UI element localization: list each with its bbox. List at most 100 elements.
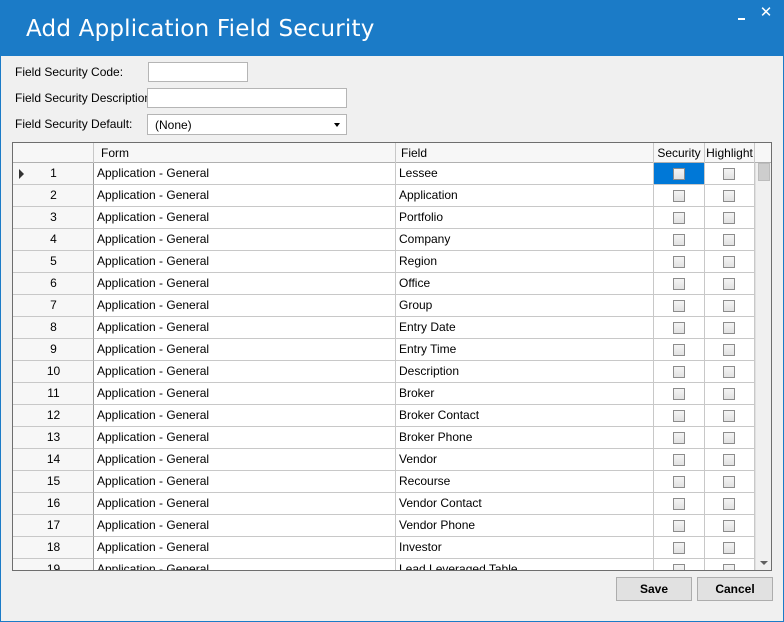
cell-security[interactable] — [654, 515, 705, 537]
row-header[interactable]: 17 — [13, 515, 94, 537]
table-row[interactable]: 10 Application - General Description — [13, 361, 755, 383]
cell-field[interactable]: Office — [396, 273, 654, 295]
cell-field[interactable]: Recourse — [396, 471, 654, 493]
table-row[interactable]: 17 Application - General Vendor Phone — [13, 515, 755, 537]
row-header[interactable]: 7 — [13, 295, 94, 317]
highlight-checkbox[interactable] — [723, 388, 735, 400]
security-checkbox[interactable] — [673, 168, 685, 180]
highlight-checkbox[interactable] — [723, 212, 735, 224]
table-row[interactable]: 11 Application - General Broker — [13, 383, 755, 405]
cell-form[interactable]: Application - General — [94, 471, 396, 493]
cell-highlight[interactable] — [705, 383, 755, 405]
security-checkbox[interactable] — [673, 388, 685, 400]
cell-highlight[interactable] — [705, 295, 755, 317]
cell-form[interactable]: Application - General — [94, 405, 396, 427]
cell-security[interactable] — [654, 449, 705, 471]
cell-form[interactable]: Application - General — [94, 361, 396, 383]
table-row[interactable]: 1 Application - General Lessee — [13, 163, 755, 185]
row-header[interactable]: 2 — [13, 185, 94, 207]
cell-field[interactable]: Portfolio — [396, 207, 654, 229]
highlight-checkbox[interactable] — [723, 366, 735, 378]
cell-security[interactable] — [654, 427, 705, 449]
table-row[interactable]: 18 Application - General Investor — [13, 537, 755, 559]
table-row[interactable]: 8 Application - General Entry Date — [13, 317, 755, 339]
table-row[interactable]: 19 Application - General Lead Leveraged Ta… — [13, 559, 755, 570]
cell-security[interactable] — [654, 559, 705, 570]
cell-security[interactable] — [654, 339, 705, 361]
cell-form[interactable]: Application - General — [94, 537, 396, 559]
cell-highlight[interactable] — [705, 185, 755, 207]
cell-field[interactable]: Vendor Phone — [396, 515, 654, 537]
table-row[interactable]: 2 Application - General Application — [13, 185, 755, 207]
cell-form[interactable]: Application - General — [94, 185, 396, 207]
cell-field[interactable]: Company — [396, 229, 654, 251]
security-checkbox[interactable] — [673, 520, 685, 532]
security-checkbox[interactable] — [673, 278, 685, 290]
row-header[interactable]: 15 — [13, 471, 94, 493]
row-header[interactable]: 8 — [13, 317, 94, 339]
cell-highlight[interactable] — [705, 559, 755, 570]
cell-highlight[interactable] — [705, 273, 755, 295]
close-button[interactable]: ✕ — [758, 4, 774, 22]
cell-form[interactable]: Application - General — [94, 163, 396, 185]
highlight-checkbox[interactable] — [723, 476, 735, 488]
table-row[interactable]: 6 Application - General Office — [13, 273, 755, 295]
save-button[interactable]: Save — [616, 577, 692, 601]
cell-field[interactable]: Entry Date — [396, 317, 654, 339]
security-checkbox[interactable] — [673, 234, 685, 246]
highlight-checkbox[interactable] — [723, 410, 735, 422]
table-row[interactable]: 15 Application - General Recourse — [13, 471, 755, 493]
cell-security[interactable] — [654, 295, 705, 317]
cell-highlight[interactable] — [705, 515, 755, 537]
security-checkbox[interactable] — [673, 542, 685, 554]
field-security-grid[interactable]: Form Field Security Highlight 1 Applicati… — [12, 142, 772, 571]
cell-security[interactable] — [654, 251, 705, 273]
column-header-highlight[interactable]: Highlight — [705, 143, 755, 163]
cell-highlight[interactable] — [705, 449, 755, 471]
table-row[interactable]: 7 Application - General Group — [13, 295, 755, 317]
highlight-checkbox[interactable] — [723, 256, 735, 268]
cell-field[interactable]: Vendor — [396, 449, 654, 471]
highlight-checkbox[interactable] — [723, 432, 735, 444]
cell-form[interactable]: Application - General — [94, 449, 396, 471]
cell-form[interactable]: Application - General — [94, 295, 396, 317]
cell-form[interactable]: Application - General — [94, 493, 396, 515]
row-header[interactable]: 13 — [13, 427, 94, 449]
highlight-checkbox[interactable] — [723, 322, 735, 334]
highlight-checkbox[interactable] — [723, 344, 735, 356]
security-checkbox[interactable] — [673, 300, 685, 312]
security-checkbox[interactable] — [673, 498, 685, 510]
cell-field[interactable]: Lead Leveraged Table — [396, 559, 654, 570]
row-header[interactable]: 12 — [13, 405, 94, 427]
security-checkbox[interactable] — [673, 322, 685, 334]
cell-highlight[interactable] — [705, 317, 755, 339]
row-header[interactable]: 11 — [13, 383, 94, 405]
cell-security[interactable] — [654, 273, 705, 295]
cell-security[interactable] — [654, 207, 705, 229]
highlight-checkbox[interactable] — [723, 498, 735, 510]
security-checkbox[interactable] — [673, 256, 685, 268]
security-checkbox[interactable] — [673, 344, 685, 356]
cell-security[interactable] — [654, 493, 705, 515]
scroll-down-icon[interactable] — [760, 561, 768, 565]
security-checkbox[interactable] — [673, 410, 685, 422]
highlight-checkbox[interactable] — [723, 278, 735, 290]
cell-field[interactable]: Group — [396, 295, 654, 317]
cell-field[interactable]: Broker Phone — [396, 427, 654, 449]
table-row[interactable]: 4 Application - General Company — [13, 229, 755, 251]
table-row[interactable]: 13 Application - General Broker Phone — [13, 427, 755, 449]
table-row[interactable]: 3 Application - General Portfolio — [13, 207, 755, 229]
cancel-button[interactable]: Cancel — [697, 577, 773, 601]
cell-form[interactable]: Application - General — [94, 229, 396, 251]
table-row[interactable]: 14 Application - General Vendor — [13, 449, 755, 471]
cell-form[interactable]: Application - General — [94, 427, 396, 449]
row-header[interactable]: 18 — [13, 537, 94, 559]
cell-field[interactable]: Vendor Contact — [396, 493, 654, 515]
row-header[interactable]: 3 — [13, 207, 94, 229]
cell-field[interactable]: Investor — [396, 537, 654, 559]
row-header[interactable]: 10 — [13, 361, 94, 383]
cell-form[interactable]: Application - General — [94, 273, 396, 295]
vertical-scrollbar[interactable] — [755, 163, 771, 570]
cell-highlight[interactable] — [705, 361, 755, 383]
table-row[interactable]: 16 Application - General Vendor Contact — [13, 493, 755, 515]
